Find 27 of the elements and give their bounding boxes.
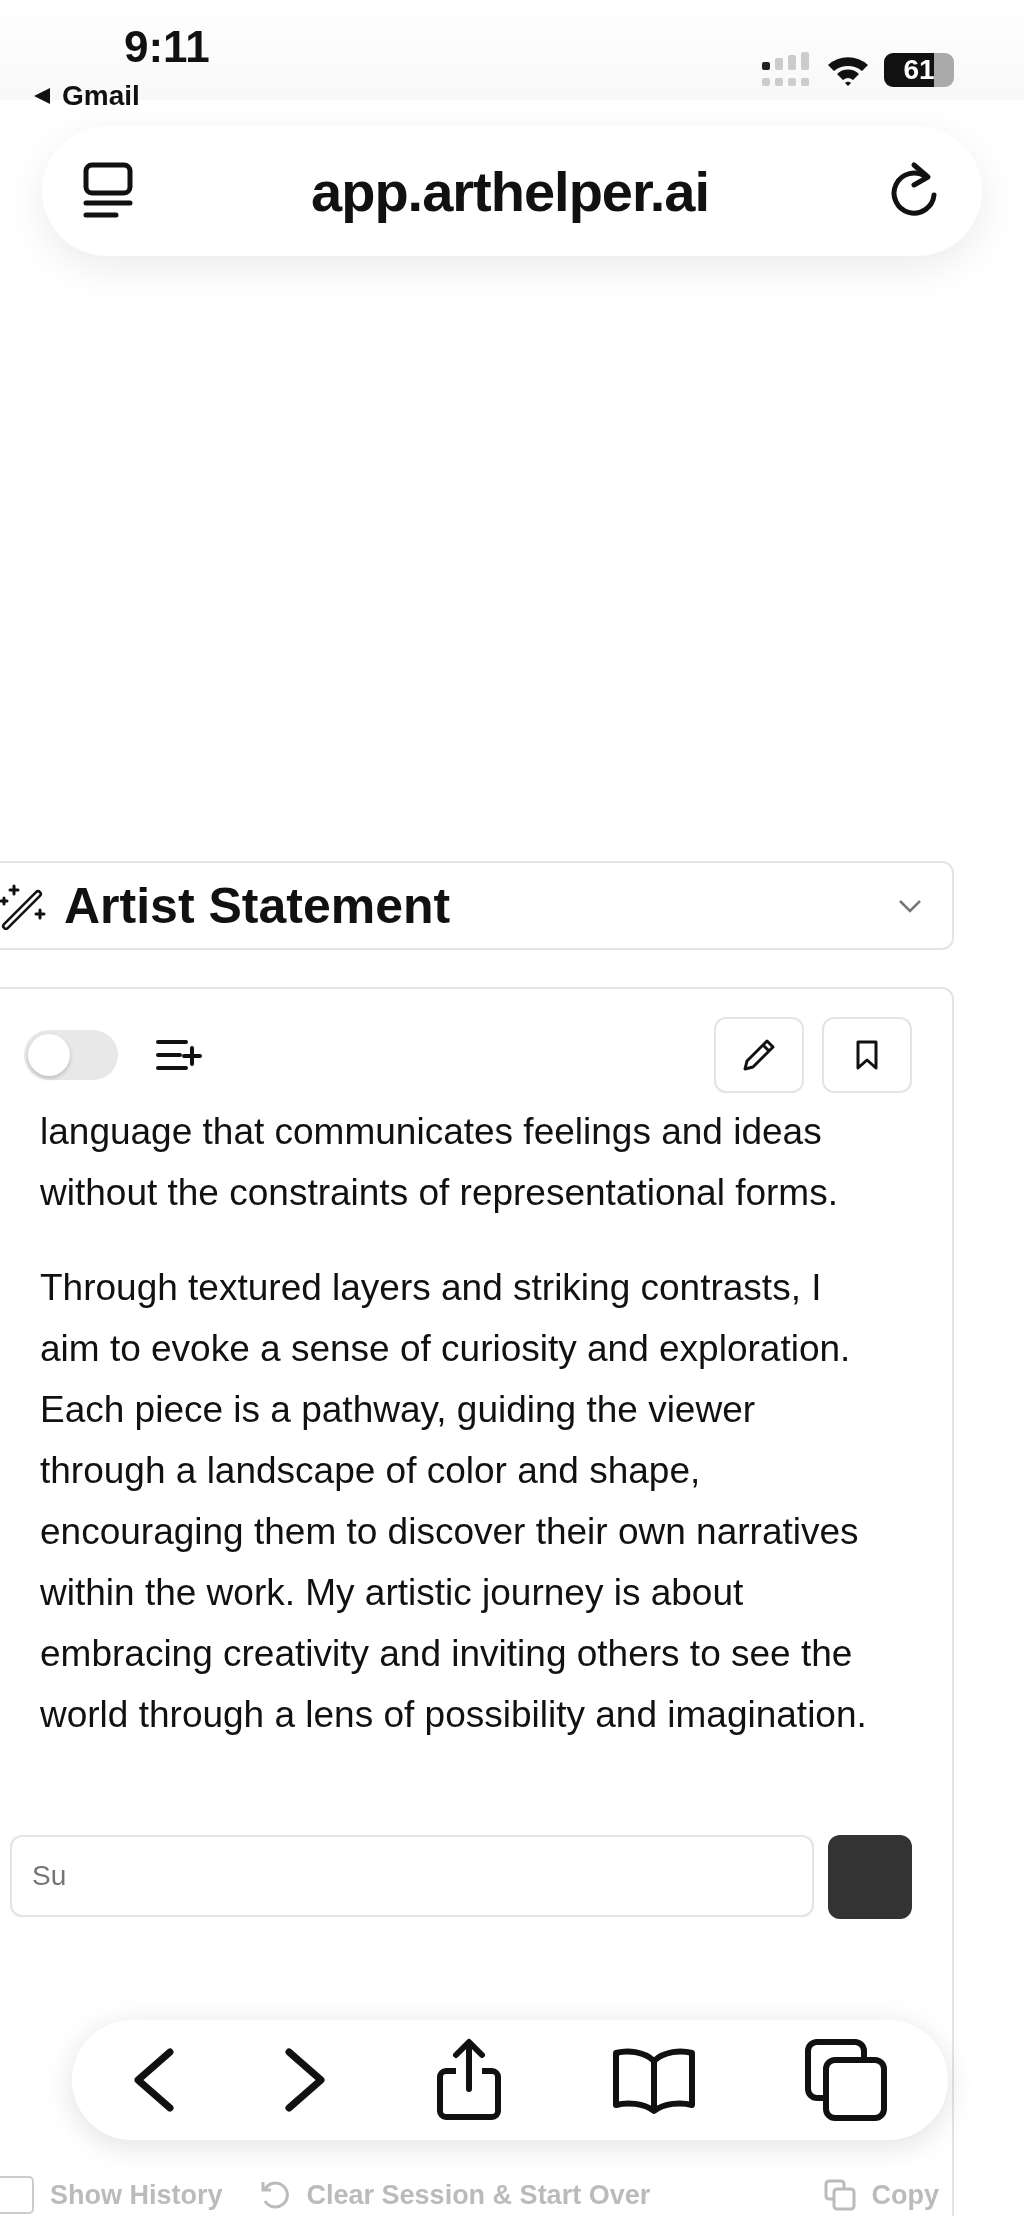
section-title: Artist Statement [64, 876, 451, 935]
add-list-icon[interactable] [156, 1038, 202, 1072]
send-button[interactable] [828, 1835, 912, 1919]
history-checkbox[interactable] [0, 2176, 34, 2214]
url-text: app.arthelper.ai [311, 158, 709, 224]
bookmark-icon [855, 1039, 879, 1071]
book-icon[interactable] [611, 2045, 697, 2115]
share-icon[interactable] [434, 2037, 504, 2123]
status-time: 9:11 [124, 22, 210, 72]
battery-indicator: 61 [884, 53, 954, 87]
back-triangle-icon[interactable] [32, 86, 52, 106]
statement-paragraph: Through textured layers and striking contrasts, I aim to evoke a sense of curiosity and exploration. Each piece is a pathway, guiding the viewer through a landscape of color and shape, encouraging them to discover their own narratives within the work. My artistic journey is about embracing creativity and inviting others to see the world through a lens of possibility and imagination. [40, 1266, 868, 1737]
address-bar[interactable]: app.arthelper.ai [42, 126, 982, 256]
message-input[interactable]: Su [10, 1835, 814, 1917]
reader-icon[interactable] [82, 161, 134, 221]
toggle-switch[interactable] [24, 1030, 118, 1080]
section-header[interactable]: Artist Statement [0, 861, 954, 950]
signal-icon [762, 52, 812, 88]
edit-button[interactable] [714, 1017, 804, 1093]
forward-icon[interactable] [283, 2048, 327, 2112]
back-app-link[interactable]: Gmail [62, 80, 140, 112]
chevron-down-icon[interactable] [898, 898, 922, 913]
statement-paragraph: language that communicates feelings and ideas without the constraints of representational forms. [40, 1110, 839, 1215]
bookmark-button[interactable] [822, 1017, 912, 1093]
back-icon[interactable] [132, 2048, 176, 2112]
tabs-icon[interactable] [804, 2038, 888, 2122]
pencil-icon [741, 1037, 777, 1073]
